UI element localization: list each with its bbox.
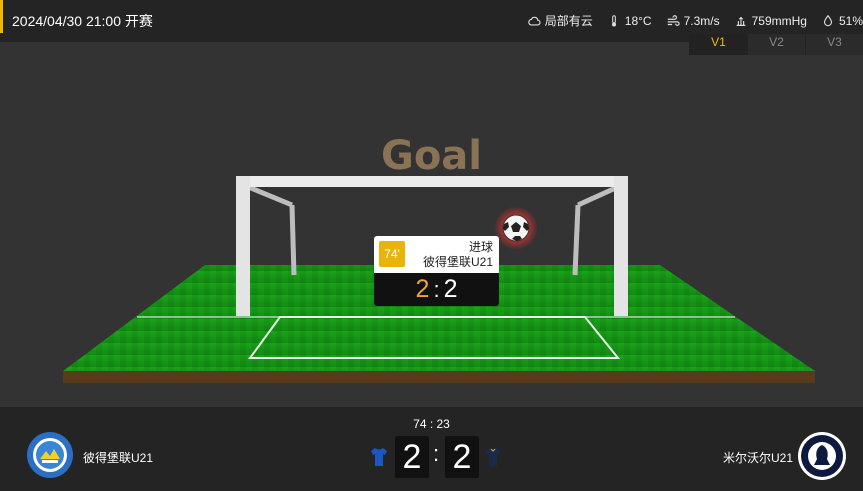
- home-shirt-icon: [371, 448, 387, 466]
- weather-condition: 局部有云: [527, 12, 593, 29]
- away-shirt-icon: [485, 448, 501, 466]
- cloud-icon: [528, 16, 541, 26]
- tab-v3[interactable]: V3: [805, 34, 863, 55]
- weather-info: 局部有云 18°C 7.3m/s 759mmHg 51%: [527, 12, 863, 29]
- event-home-score: 2: [415, 275, 430, 303]
- accent-bar: [0, 0, 3, 33]
- scoreboard: 彼得堡联U21 74 : 23 2 : 2 米尔沃尔U21: [0, 407, 863, 491]
- soccer-ball-icon: [502, 214, 530, 242]
- goal-banner: Goal: [380, 133, 482, 179]
- goal-right-post: [614, 176, 628, 316]
- event-away-score: 2: [443, 275, 458, 303]
- tab-v2[interactable]: V2: [747, 34, 805, 55]
- weather-condition-text: 局部有云: [544, 14, 593, 28]
- humidity-text: 51%: [838, 13, 863, 28]
- home-team-logo: [27, 432, 73, 478]
- wind-text: 7.3m/s: [683, 13, 720, 28]
- view-tabs: V1 V2 V3: [689, 34, 863, 55]
- thermometer-icon: [611, 14, 616, 27]
- event-score: 2:2: [374, 273, 499, 306]
- pitch-graphic: [63, 176, 815, 383]
- home-team-name: 彼得堡联U21: [83, 451, 154, 465]
- event-info: 74' 进球 彼得堡联U21: [374, 236, 499, 273]
- temperature-text: 18°C: [624, 13, 652, 28]
- event-team: 彼得堡联U21: [422, 255, 493, 269]
- pressure-icon: [736, 16, 745, 26]
- goal-event-card: 74' 进球 彼得堡联U21 2:2: [374, 236, 499, 306]
- weather-wind: 7.3m/s: [666, 14, 720, 28]
- away-score: 2: [445, 436, 479, 478]
- weather-humidity: 51%: [821, 14, 863, 28]
- wind-icon: [667, 14, 680, 26]
- match-clock: 74 : 23: [413, 417, 450, 431]
- home-score: 2: [395, 436, 429, 478]
- tab-v1[interactable]: V1: [689, 34, 747, 55]
- away-team-logo: [798, 432, 846, 480]
- match-animation: Goal 74' 进球 彼得堡联U21 2:2: [0, 55, 863, 407]
- score-separator: :: [433, 441, 440, 466]
- weather-temperature: 18°C: [607, 14, 652, 28]
- droplet-icon: [823, 14, 833, 26]
- event-type: 进球: [468, 240, 493, 254]
- pressure-text: 759mmHg: [751, 13, 807, 28]
- event-minute: 74': [379, 241, 405, 267]
- match-datetime: 2024/04/30 21:00 开赛: [12, 13, 153, 29]
- goal-left-post: [236, 176, 250, 316]
- away-team-name: 米尔沃尔U21: [722, 451, 793, 465]
- weather-pressure: 759mmHg: [734, 14, 807, 28]
- event-score-separator: :: [433, 277, 440, 302]
- pitch-soil: [63, 371, 815, 383]
- live-match-page: 2024/04/30 21:00 开赛 局部有云 18°C 7.3m/s 759…: [0, 0, 863, 491]
